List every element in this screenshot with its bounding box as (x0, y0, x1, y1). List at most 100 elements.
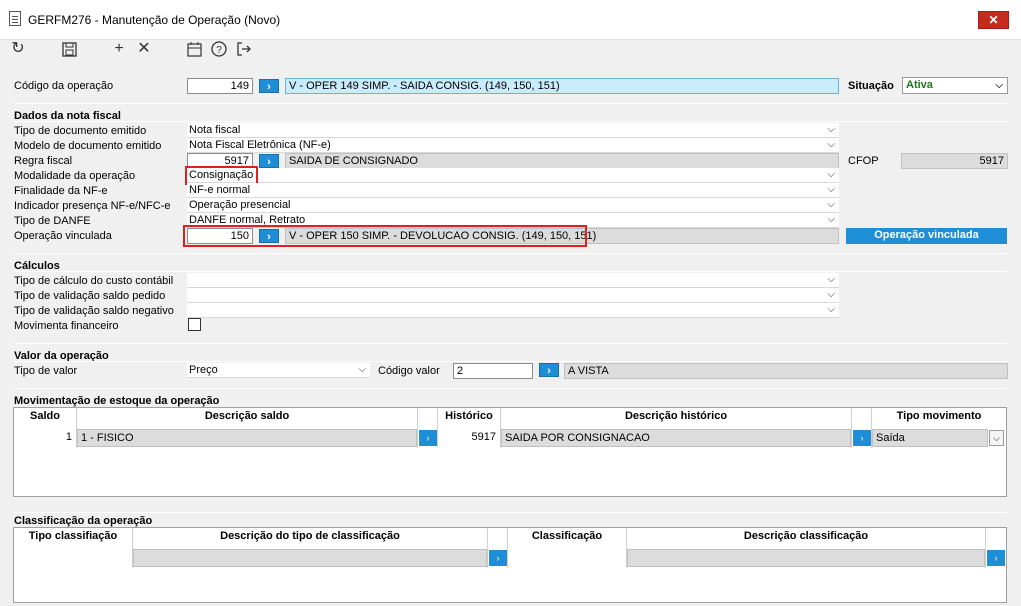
modelo-documento-select[interactable]: Nota Fiscal Eletrônica (NF-e) ⌵ (187, 138, 839, 153)
divider (14, 343, 1007, 344)
finalidade-value: NF-e normal (189, 184, 251, 196)
tipo-documento-select[interactable]: Nota fiscal ⌵ (187, 123, 839, 138)
divider (14, 271, 1007, 272)
movimenta-financeiro-checkbox[interactable] (188, 318, 201, 331)
codigo-valor-input[interactable]: 2 (453, 363, 533, 379)
cell-descricao-saldo: 1 - FISICO (77, 429, 417, 447)
cell-historico: 5917 (471, 431, 496, 443)
modelo-documento-label: Modelo de documento emitido (14, 140, 162, 152)
chevron-down-icon: ⌵ (827, 184, 835, 195)
chevron-down-icon: ⌵ (995, 80, 1003, 91)
chevron-down-icon[interactable]: ⌵ (989, 430, 1004, 446)
calculo-custo-select[interactable]: ⌵ (187, 273, 839, 288)
chevron-down-icon: ⌵ (827, 139, 835, 150)
save-icon[interactable] (60, 40, 78, 58)
classificacao-lookup-button[interactable]: › (987, 550, 1005, 566)
modalidade-label: Modalidade da operação (14, 170, 136, 182)
codigo-valor-lookup-button[interactable]: › (539, 363, 559, 377)
cfop-label: CFOP (848, 155, 879, 167)
column-header-descricao-tipo-classificacao[interactable]: Descrição do tipo de classificação (133, 528, 487, 545)
movimenta-financeiro-label: Movimenta financeiro (14, 320, 119, 332)
operacao-descricao-field[interactable]: V - OPER 149 SIMP. - SAIDA CONSIG. (149,… (285, 78, 839, 94)
chevron-down-icon: ⌵ (827, 169, 835, 180)
divider (14, 512, 1007, 513)
exit-icon[interactable] (234, 40, 254, 58)
column-header-descricao-classificacao[interactable]: Descrição classificação (627, 528, 985, 545)
column-header-descricao-saldo[interactable]: Descrição saldo (77, 408, 417, 425)
indicador-presenca-select[interactable]: Operação presencial ⌵ (187, 198, 839, 213)
divider (14, 121, 1007, 122)
column-header-saldo[interactable]: Saldo (14, 408, 76, 425)
chevron-down-icon: ⌵ (827, 199, 835, 210)
table-row[interactable]: › › (14, 548, 1006, 568)
cell-tipo-movimento[interactable]: Saída (872, 429, 988, 447)
divider (14, 361, 1007, 362)
classificacao-title: Classificação da operação (14, 515, 153, 527)
codigo-operacao-label: Código da operação (14, 80, 114, 92)
tipo-classificacao-lookup-button[interactable]: › (489, 550, 507, 566)
operacao-vinculada-label: Operação vinculada (14, 230, 112, 242)
cell-descricao-classificacao (627, 549, 985, 567)
codigo-valor-label: Código valor (378, 365, 440, 377)
column-header-historico[interactable]: Histórico (438, 408, 500, 425)
chevron-down-icon: ⌵ (827, 289, 835, 300)
cell-saldo: 1 (65, 431, 72, 443)
codigo-operacao-lookup-button[interactable]: › (259, 79, 279, 93)
cancel-icon[interactable]: ✕ (135, 40, 153, 58)
column-header-tipo-movimento[interactable]: Tipo movimento (872, 408, 1006, 425)
validacao-saldo-pedido-label: Tipo de validação saldo pedido (14, 290, 166, 302)
column-header-tipo-classificacao[interactable]: Tipo classifiação (14, 528, 132, 545)
regra-fiscal-label: Regra fiscal (14, 155, 73, 167)
add-icon[interactable]: + (110, 40, 128, 58)
calculo-custo-label: Tipo de cálculo do custo contábil (14, 275, 174, 287)
tipo-documento-value: Nota fiscal (189, 124, 241, 136)
situacao-label: Situação (848, 80, 894, 92)
regra-fiscal-descricao: SAIDA DE CONSIGNADO (285, 153, 839, 169)
chevron-down-icon: ⌵ (358, 364, 366, 375)
modelo-documento-value: Nota Fiscal Eletrônica (NF-e) (189, 139, 331, 151)
tipo-valor-value: Preço (189, 364, 218, 376)
chevron-down-icon: ⌵ (827, 304, 835, 315)
validacao-saldo-negativo-select[interactable]: ⌵ (187, 303, 839, 318)
document-icon (9, 11, 21, 26)
operacao-vinculada-button[interactable]: Operação vinculada (846, 228, 1007, 244)
situacao-select[interactable]: Ativa ⌵ (902, 77, 1008, 94)
close-button[interactable]: ✕ (978, 11, 1009, 29)
column-header-descricao-historico[interactable]: Descrição histórico (501, 408, 851, 425)
descricao-saldo-lookup-button[interactable]: › (419, 430, 437, 446)
column-header-classificacao[interactable]: Classificação (508, 528, 626, 545)
validacao-saldo-pedido-select[interactable]: ⌵ (187, 288, 839, 303)
chevron-down-icon: ⌵ (827, 274, 835, 285)
highlight-box-vinculada (183, 225, 587, 247)
finalidade-select[interactable]: NF-e normal ⌵ (187, 183, 839, 198)
svg-text:?: ? (216, 45, 222, 56)
calendar-icon[interactable] (184, 40, 204, 58)
estoque-title: Movimentação de estoque da operação (14, 395, 220, 407)
help-icon[interactable]: ? (209, 40, 229, 58)
table-row[interactable]: 1 1 - FISICO › 5917 SAIDA POR CONSIGNACA… (14, 428, 1006, 448)
cfop-value: 5917 (901, 153, 1008, 169)
finalidade-label: Finalidade da NF-e (14, 185, 108, 197)
validacao-saldo-negativo-label: Tipo de validação saldo negativo (14, 305, 174, 317)
indicador-presenca-label: Indicador presença NF-e/NFC-e (14, 200, 171, 212)
chevron-down-icon: ⌵ (827, 124, 835, 135)
tipo-danfe-label: Tipo de DANFE (14, 215, 91, 227)
divider (14, 253, 1007, 254)
modalidade-select[interactable]: Consignação ⌵ (187, 168, 839, 183)
tipo-documento-label: Tipo de documento emitido (14, 125, 147, 137)
situacao-value: Ativa (906, 79, 933, 91)
window-title: GERFM276 - Manutenção de Operação (Novo) (28, 13, 281, 27)
divider (14, 103, 1007, 104)
codigo-valor-descricao: A VISTA (564, 363, 1008, 379)
tipo-valor-select[interactable]: Preço ⌵ (187, 363, 370, 378)
refresh-icon[interactable]: ↻ (8, 40, 28, 58)
tipo-valor-label: Tipo de valor (14, 365, 78, 377)
chevron-down-icon: ⌵ (827, 214, 835, 225)
codigo-operacao-input[interactable]: 149 (187, 78, 253, 94)
divider (14, 388, 1007, 389)
regra-fiscal-lookup-button[interactable]: › (259, 154, 279, 168)
indicador-presenca-value: Operação presencial (189, 199, 291, 211)
cell-descricao-historico: SAIDA POR CONSIGNACAO (501, 429, 851, 447)
cell-descricao-tipo-classificacao (133, 549, 487, 567)
descricao-historico-lookup-button[interactable]: › (853, 430, 871, 446)
